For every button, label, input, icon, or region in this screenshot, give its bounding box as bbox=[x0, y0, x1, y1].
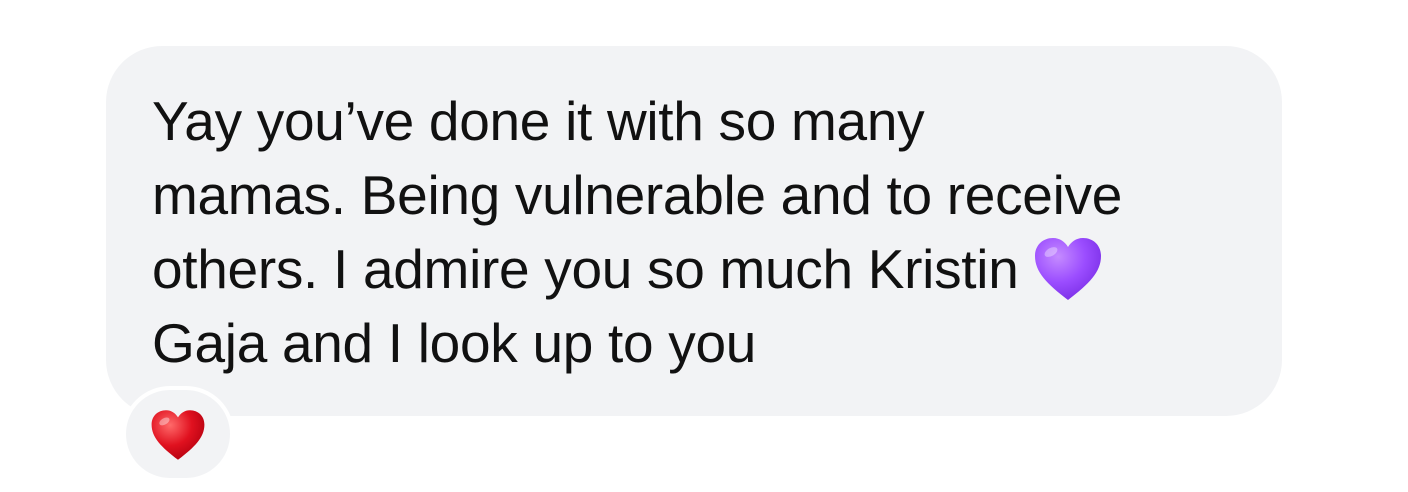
reaction-badge[interactable] bbox=[122, 386, 234, 482]
message-text: Yay you’ve done it with so many mamas. B… bbox=[152, 84, 1242, 380]
chat-view: Yay you’ve done it with so many mamas. B… bbox=[0, 0, 1408, 492]
message-line-1: Yay you’ve done it with so many bbox=[152, 90, 925, 152]
message-line-2: mamas. Being vulnerable and to receive bbox=[152, 164, 1122, 226]
message-line-3: others. I admire you so much Kristin bbox=[152, 238, 1019, 300]
message-line-4: Gaja and I look up to you bbox=[152, 312, 757, 375]
message-bubble[interactable]: Yay you’ve done it with so many mamas. B… bbox=[106, 46, 1282, 416]
message-line-3-wrap: others. I admire you so much Kristin bbox=[152, 232, 1242, 306]
red-heart-icon bbox=[150, 408, 206, 462]
purple-heart-icon bbox=[1033, 236, 1103, 302]
